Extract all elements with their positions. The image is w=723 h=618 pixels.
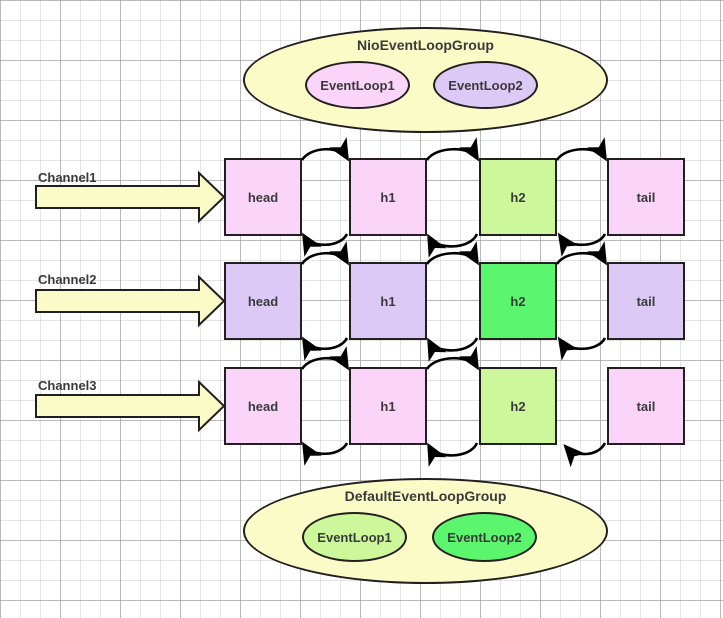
channel-2-handler-h2[interactable]: h2 — [479, 262, 557, 340]
nio-event-loop-2[interactable]: EventLoop2 — [433, 61, 538, 109]
channel-3-connector-h1-h2 — [425, 346, 479, 467]
channel-2-connector-head-h1 — [300, 241, 349, 361]
nio-event-loop-group-ellipse: NioEventLoopGroup — [243, 27, 608, 133]
channel-3-handler-tail[interactable]: tail — [607, 367, 685, 445]
channel-3-connector-h2-tail — [563, 442, 607, 468]
channel-1-handler-h1[interactable]: h1 — [349, 158, 427, 236]
channel-1-label: Channel1 — [38, 170, 97, 185]
default-event-loop-1[interactable]: EventLoop1 — [302, 512, 407, 562]
channel-1-connector-head-h1 — [300, 137, 349, 257]
channel-1-connector-h1-h2 — [425, 137, 479, 258]
channel-2-handler-head[interactable]: head — [224, 262, 302, 340]
channel-3-handler-h2[interactable]: h2 — [479, 367, 557, 445]
channel-3-label: Channel3 — [38, 378, 97, 393]
channel-2-label: Channel2 — [38, 272, 97, 287]
channel-2-connector-h2-tail — [555, 241, 607, 361]
nio-event-loop-1[interactable]: EventLoop1 — [305, 61, 410, 109]
channel-1-handler-h2[interactable]: h2 — [479, 158, 557, 236]
channel-3-connector-head-h1 — [300, 346, 349, 466]
channel-1-connector-h2-tail — [555, 137, 607, 257]
default-event-loop-2[interactable]: EventLoop2 — [432, 512, 537, 562]
default-event-loop-group-title: DefaultEventLoopGroup — [344, 488, 507, 504]
channel-1-handler-tail[interactable]: tail — [607, 158, 685, 236]
channel-2-handler-h1[interactable]: h1 — [349, 262, 427, 340]
channel-2-connector-h1-h2 — [425, 241, 479, 362]
channel-1-handler-head[interactable]: head — [224, 158, 302, 236]
channel-3-handler-head[interactable]: head — [224, 367, 302, 445]
channel-2-handler-tail[interactable]: tail — [607, 262, 685, 340]
channel-3-handler-h1[interactable]: h1 — [349, 367, 427, 445]
diagram-canvas: NioEventLoopGroup EventLoop1 EventLoop2 … — [0, 0, 723, 618]
nio-event-loop-group-title: NioEventLoopGroup — [357, 37, 494, 53]
default-event-loop-group-ellipse: DefaultEventLoopGroup — [243, 478, 608, 584]
